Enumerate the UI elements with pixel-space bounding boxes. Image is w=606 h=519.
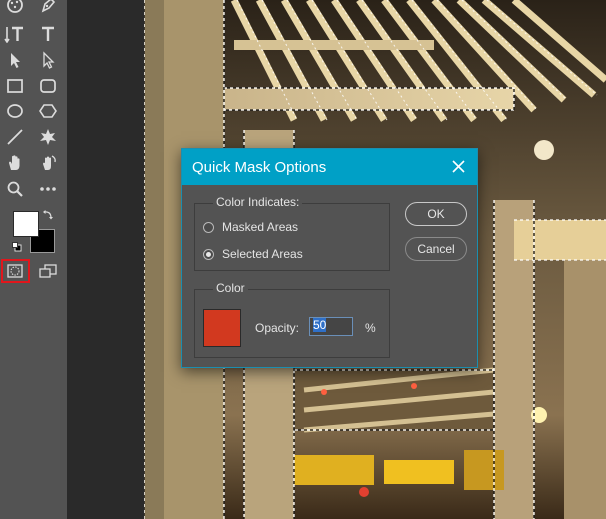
selected-areas-label: Selected Areas — [222, 247, 303, 261]
masked-areas-radio[interactable] — [203, 221, 214, 233]
screen-mode-icon[interactable] — [36, 260, 60, 282]
color-indicates-label: Color Indicates: — [213, 195, 303, 209]
selected-areas-radio[interactable] — [203, 248, 214, 260]
hand-icon[interactable] — [3, 152, 27, 174]
quick-mask-mode-icon[interactable] — [3, 260, 27, 282]
pen-icon[interactable] — [36, 0, 60, 16]
polygon-icon[interactable] — [36, 100, 60, 122]
color-group-label: Color — [213, 281, 248, 295]
cancel-button[interactable]: Cancel — [405, 237, 467, 261]
mask-color-swatch[interactable] — [203, 309, 241, 347]
close-icon[interactable] — [451, 159, 466, 174]
dialog-titlebar[interactable]: Quick Mask Options — [182, 149, 477, 185]
direct-selection-icon[interactable] — [36, 49, 60, 71]
custom-shape-icon[interactable] — [36, 126, 60, 148]
quick-mask-options-dialog: Quick Mask Options Color Indicates: Mask… — [181, 148, 478, 368]
tools-panel — [0, 0, 67, 519]
type-icon[interactable] — [36, 23, 60, 45]
rounded-rectangle-icon[interactable] — [36, 75, 60, 97]
default-colors-icon[interactable] — [12, 239, 22, 257]
more-tools-icon[interactable] — [36, 178, 60, 200]
opacity-unit: % — [365, 321, 376, 335]
vertical-type-icon[interactable] — [3, 23, 27, 45]
opacity-value: 50 — [313, 318, 327, 332]
color-group: Color Opacity: 50 % — [194, 281, 390, 358]
canvas-pasteboard — [67, 0, 144, 519]
masked-areas-option[interactable]: Masked Areas — [203, 220, 298, 234]
zoom-icon[interactable] — [3, 178, 27, 200]
ellipse-icon[interactable] — [3, 100, 27, 122]
color-indicates-group: Color Indicates: Masked Areas Selected A… — [194, 195, 390, 271]
line-icon[interactable] — [3, 126, 27, 148]
opacity-label: Opacity: — [255, 321, 300, 335]
rectangle-icon[interactable] — [3, 75, 27, 97]
sponge-icon[interactable] — [3, 0, 27, 16]
ok-button[interactable]: OK — [405, 202, 467, 226]
opacity-input[interactable]: 50 — [309, 317, 353, 336]
foreground-color-swatch[interactable] — [13, 211, 39, 237]
masked-areas-label: Masked Areas — [222, 220, 299, 234]
path-selection-icon[interactable] — [3, 49, 27, 71]
rotate-view-icon[interactable] — [36, 152, 60, 174]
swap-colors-icon[interactable] — [42, 208, 54, 226]
selected-areas-option[interactable]: Selected Areas — [203, 247, 303, 261]
dialog-title: Quick Mask Options — [192, 159, 327, 176]
